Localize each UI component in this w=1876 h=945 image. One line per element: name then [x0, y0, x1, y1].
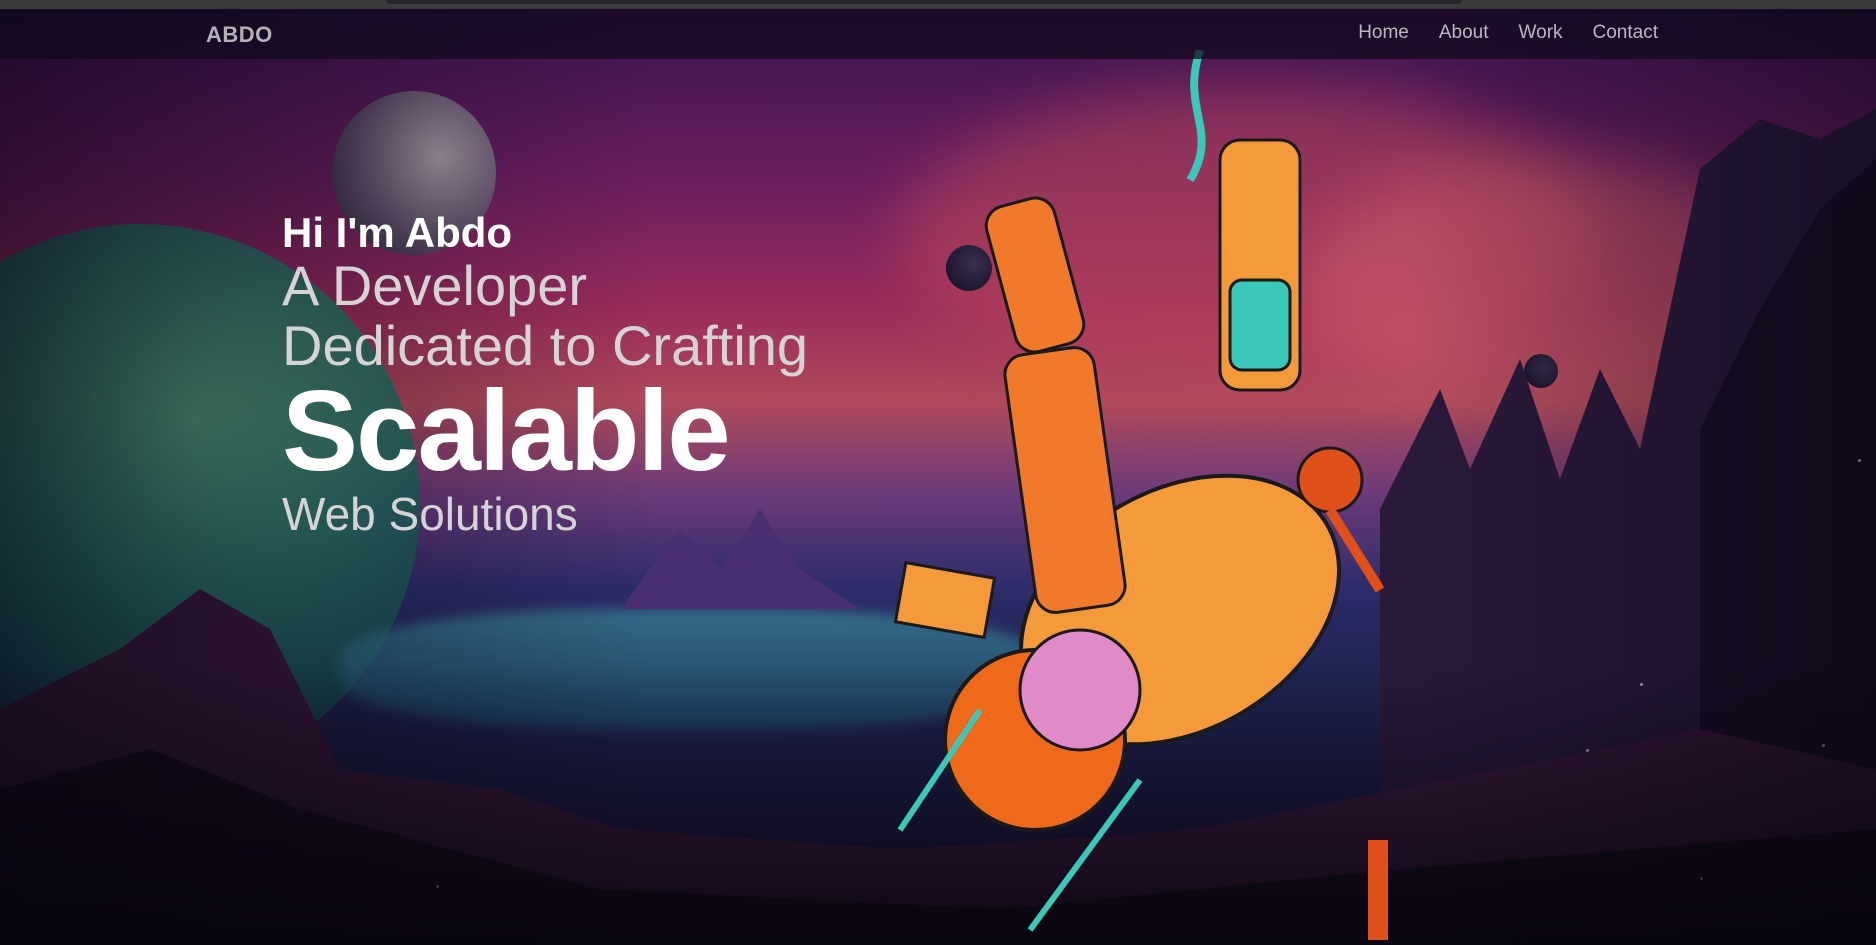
hero-line-developer: A Developer	[282, 254, 588, 317]
nav-link-work[interactable]: Work	[1519, 22, 1563, 44]
hero-highlight: Scalable	[282, 368, 731, 495]
browser-tab	[386, 0, 1462, 4]
hero-line-dedicated: Dedicated to Crafting	[282, 314, 809, 377]
hero-line-solutions: Web Solutions	[282, 488, 578, 540]
hero-text: Hi I'm Abdo A Developer Dedicated to Cra…	[282, 209, 809, 541]
nav-link-home[interactable]: Home	[1358, 22, 1409, 44]
browser-top-bar	[0, 0, 1876, 9]
site-logo[interactable]: ABDO	[206, 22, 273, 48]
nav-link-contact[interactable]: Contact	[1593, 22, 1658, 44]
astronaut-illustration	[893, 50, 1388, 940]
nav-links: Home About Work Contact	[1358, 22, 1658, 44]
nav-link-about[interactable]: About	[1439, 22, 1489, 44]
hero-greeting: Hi I'm Abdo	[282, 209, 513, 256]
top-navbar: ABDO Home About Work Contact	[0, 9, 1876, 59]
